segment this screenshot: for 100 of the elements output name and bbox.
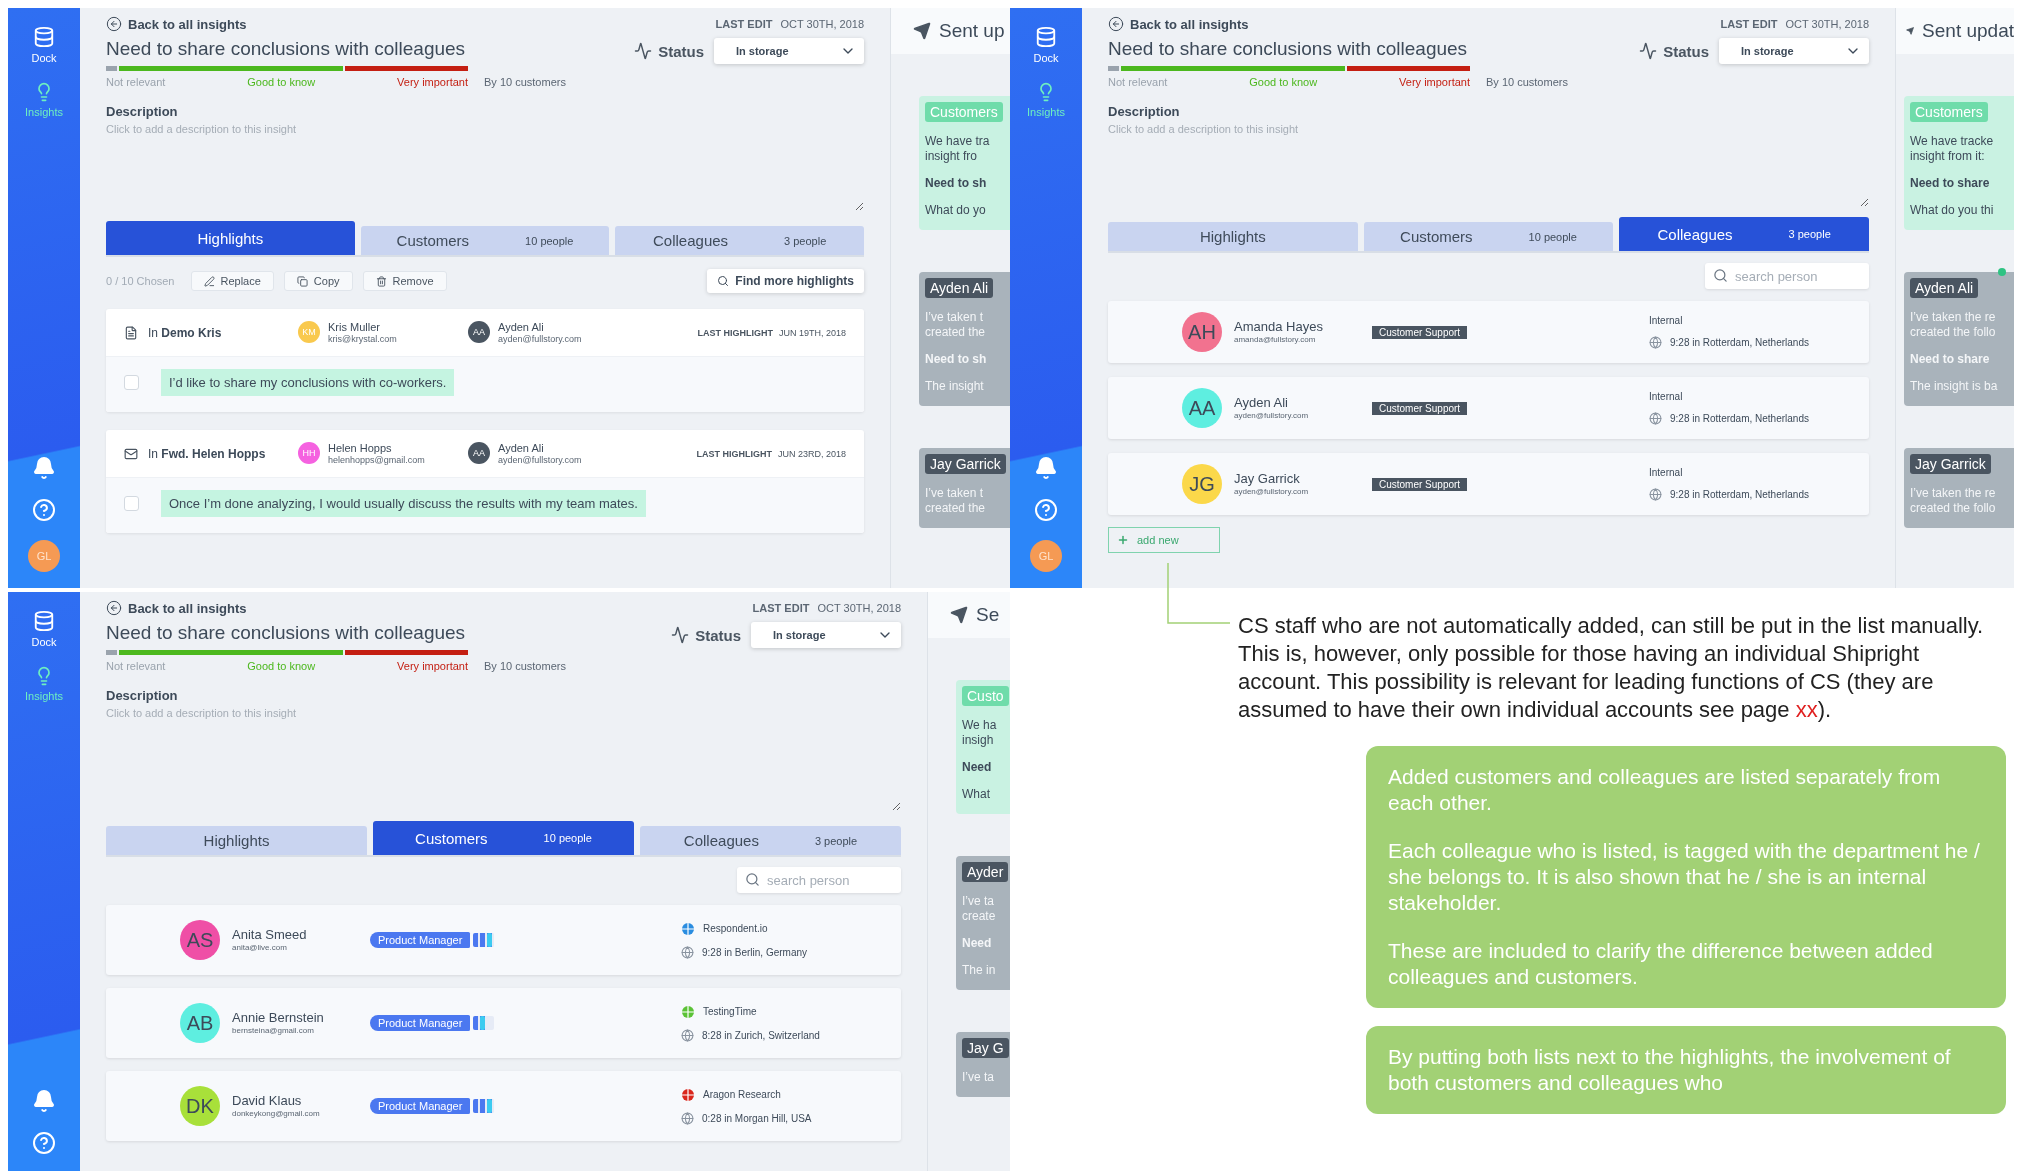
- importance-label: Not relevant: [106, 660, 166, 672]
- back-link[interactable]: Back to all insights: [1108, 16, 1249, 32]
- callout-text: By putting both lists next to the highlights, the involvement of both customers and colleagues who: [1388, 1044, 1952, 1096]
- action-button[interactable]: Copy: [283, 271, 353, 291]
- tab[interactable]: Highlights: [106, 221, 355, 255]
- update-text: I’ve taken t created the: [925, 310, 987, 340]
- checkbox[interactable]: [124, 496, 139, 511]
- feed-title: Sent updat: [1922, 20, 2014, 42]
- person-name: David Klaus: [232, 1093, 303, 1109]
- tab[interactable]: Customers 10 people: [360, 226, 610, 255]
- status-dropdown[interactable]: In storage: [1719, 38, 1869, 64]
- status-label: Status: [671, 626, 741, 644]
- location-text: 9:28 in Rotterdam, Netherlands: [1670, 489, 1809, 500]
- search-icon: [1713, 268, 1728, 283]
- update-text: We have tra insight fro: [925, 134, 991, 164]
- tab[interactable]: Customers 10 people: [1363, 222, 1614, 251]
- sidebar-item[interactable]: Insights: [1027, 82, 1065, 118]
- person-email: amanda@fullstory.com: [1234, 334, 1317, 345]
- update-tag: Jay G: [962, 1038, 1009, 1058]
- update-text: The insight: [925, 379, 985, 394]
- person-email: helenhopps@gmail.com: [328, 454, 425, 465]
- insight-title: Need to share conclusions with colleagues: [1108, 38, 1469, 60]
- update-text: I’ve taken the re created the follo: [1910, 310, 1997, 340]
- sidebar-item[interactable]: Insights: [25, 82, 63, 118]
- globe-icon: [1649, 412, 1662, 425]
- back-link[interactable]: Back to all insights: [106, 16, 247, 32]
- action-button[interactable]: Remove: [362, 271, 447, 291]
- highlight-quote: Once I’m done analyzing, I would usually discuss the results with my team mates.: [161, 490, 646, 517]
- help-icon[interactable]: [32, 1131, 56, 1155]
- person-name: Jay Garrick: [1234, 471, 1301, 487]
- update-tag: Jay Garrick: [1910, 454, 1991, 474]
- person-name: Helen Hopps: [328, 442, 393, 455]
- source-label: In Demo Kris: [148, 325, 223, 340]
- person-name: Kris Muller: [328, 321, 381, 334]
- sidebar-item[interactable]: Dock: [31, 610, 57, 648]
- field-label: Description: [106, 688, 179, 703]
- sidebar-item[interactable]: Insights: [25, 666, 63, 702]
- affiliation-label: Internal: [1649, 467, 1683, 478]
- last-edit-label: LAST EDIT: [715, 18, 773, 30]
- department-tag: Customer Support: [1372, 477, 1468, 491]
- tab[interactable]: Colleagues 3 people: [1619, 217, 1869, 251]
- update-text: What: [962, 787, 991, 802]
- help-icon[interactable]: [32, 498, 56, 522]
- location-text: 9:28 in Berlin, Germany: [702, 946, 808, 958]
- update-tag: Custo: [962, 686, 1009, 706]
- search-field[interactable]: search person: [737, 867, 901, 893]
- bell-icon[interactable]: [32, 456, 56, 480]
- search-field[interactable]: search person: [1705, 263, 1869, 289]
- description-field[interactable]: Click to add a description to this insight: [106, 123, 864, 211]
- copy-icon: [296, 275, 308, 287]
- person-name: Ayden Ali: [1234, 395, 1289, 411]
- reach-text: By 10 customers: [484, 660, 566, 672]
- update-tag: Ayden Ali: [925, 278, 994, 298]
- database-icon: [33, 610, 55, 632]
- status-dropdown[interactable]: In storage: [714, 38, 864, 64]
- status-dropdown[interactable]: In storage: [751, 622, 901, 648]
- importance-label: Very important: [1399, 76, 1470, 88]
- tab[interactable]: Colleagues 3 people: [640, 826, 901, 855]
- find-more-button[interactable]: Find more highlights: [707, 269, 864, 293]
- sidebar-item[interactable]: Dock: [31, 26, 57, 64]
- tab[interactable]: Customers 10 people: [373, 821, 634, 855]
- person-name: Amanda Hayes: [1234, 319, 1323, 335]
- back-link[interactable]: Back to all insights: [106, 600, 247, 616]
- tab[interactable]: Highlights: [106, 826, 367, 855]
- role-tag: Product Manager: [370, 1098, 471, 1114]
- last-highlight-label: LAST HIGHLIGHT: [697, 327, 773, 338]
- location-text: 0:28 in Morgan Hill, USA: [702, 1112, 812, 1124]
- bell-icon[interactable]: [32, 1089, 56, 1113]
- update-tag: Customers: [1910, 102, 1988, 122]
- importance-label: Good to know: [1249, 76, 1318, 88]
- globe-icon: [1649, 336, 1662, 349]
- action-button[interactable]: Replace: [190, 271, 274, 291]
- help-icon[interactable]: [1034, 498, 1058, 522]
- avatar: DK: [180, 1086, 220, 1126]
- callout-text: These are included to clarify the difference between added colleagues and customers.: [1388, 938, 1934, 990]
- person-email: donkeykong@gmail.com: [232, 1108, 320, 1119]
- update-text: The in: [962, 963, 997, 978]
- role-tag: Product Manager: [370, 932, 471, 948]
- send-icon: [913, 22, 931, 40]
- department-tag: Customer Support: [1372, 401, 1468, 415]
- pulse-icon: [634, 42, 653, 60]
- checkbox[interactable]: [124, 375, 139, 390]
- bell-icon[interactable]: [1034, 456, 1058, 480]
- update-text: Need to share: [1910, 352, 1991, 367]
- tab[interactable]: Colleagues 3 people: [615, 226, 864, 255]
- pen-icon: [203, 275, 215, 287]
- feed-title: Se: [976, 604, 1000, 626]
- tab[interactable]: Highlights: [1108, 222, 1358, 251]
- reach-text: By 10 customers: [484, 76, 566, 88]
- status-label: Status: [634, 42, 704, 60]
- last-highlight-date: JUN 19TH, 2018: [778, 327, 846, 338]
- avatar: KM: [298, 321, 320, 344]
- update-text: I’ve ta create: [962, 894, 997, 924]
- database-icon: [1035, 26, 1057, 48]
- description-field[interactable]: Click to add a description to this insight: [106, 707, 901, 811]
- sidebar-item[interactable]: Dock: [1033, 26, 1059, 64]
- update-tag: Ayder: [962, 862, 1009, 882]
- description-field[interactable]: Click to add a description to this insight: [1108, 123, 1869, 207]
- update-text: The insight is ba: [1910, 379, 1999, 394]
- person-email: anita@live.com: [232, 942, 288, 953]
